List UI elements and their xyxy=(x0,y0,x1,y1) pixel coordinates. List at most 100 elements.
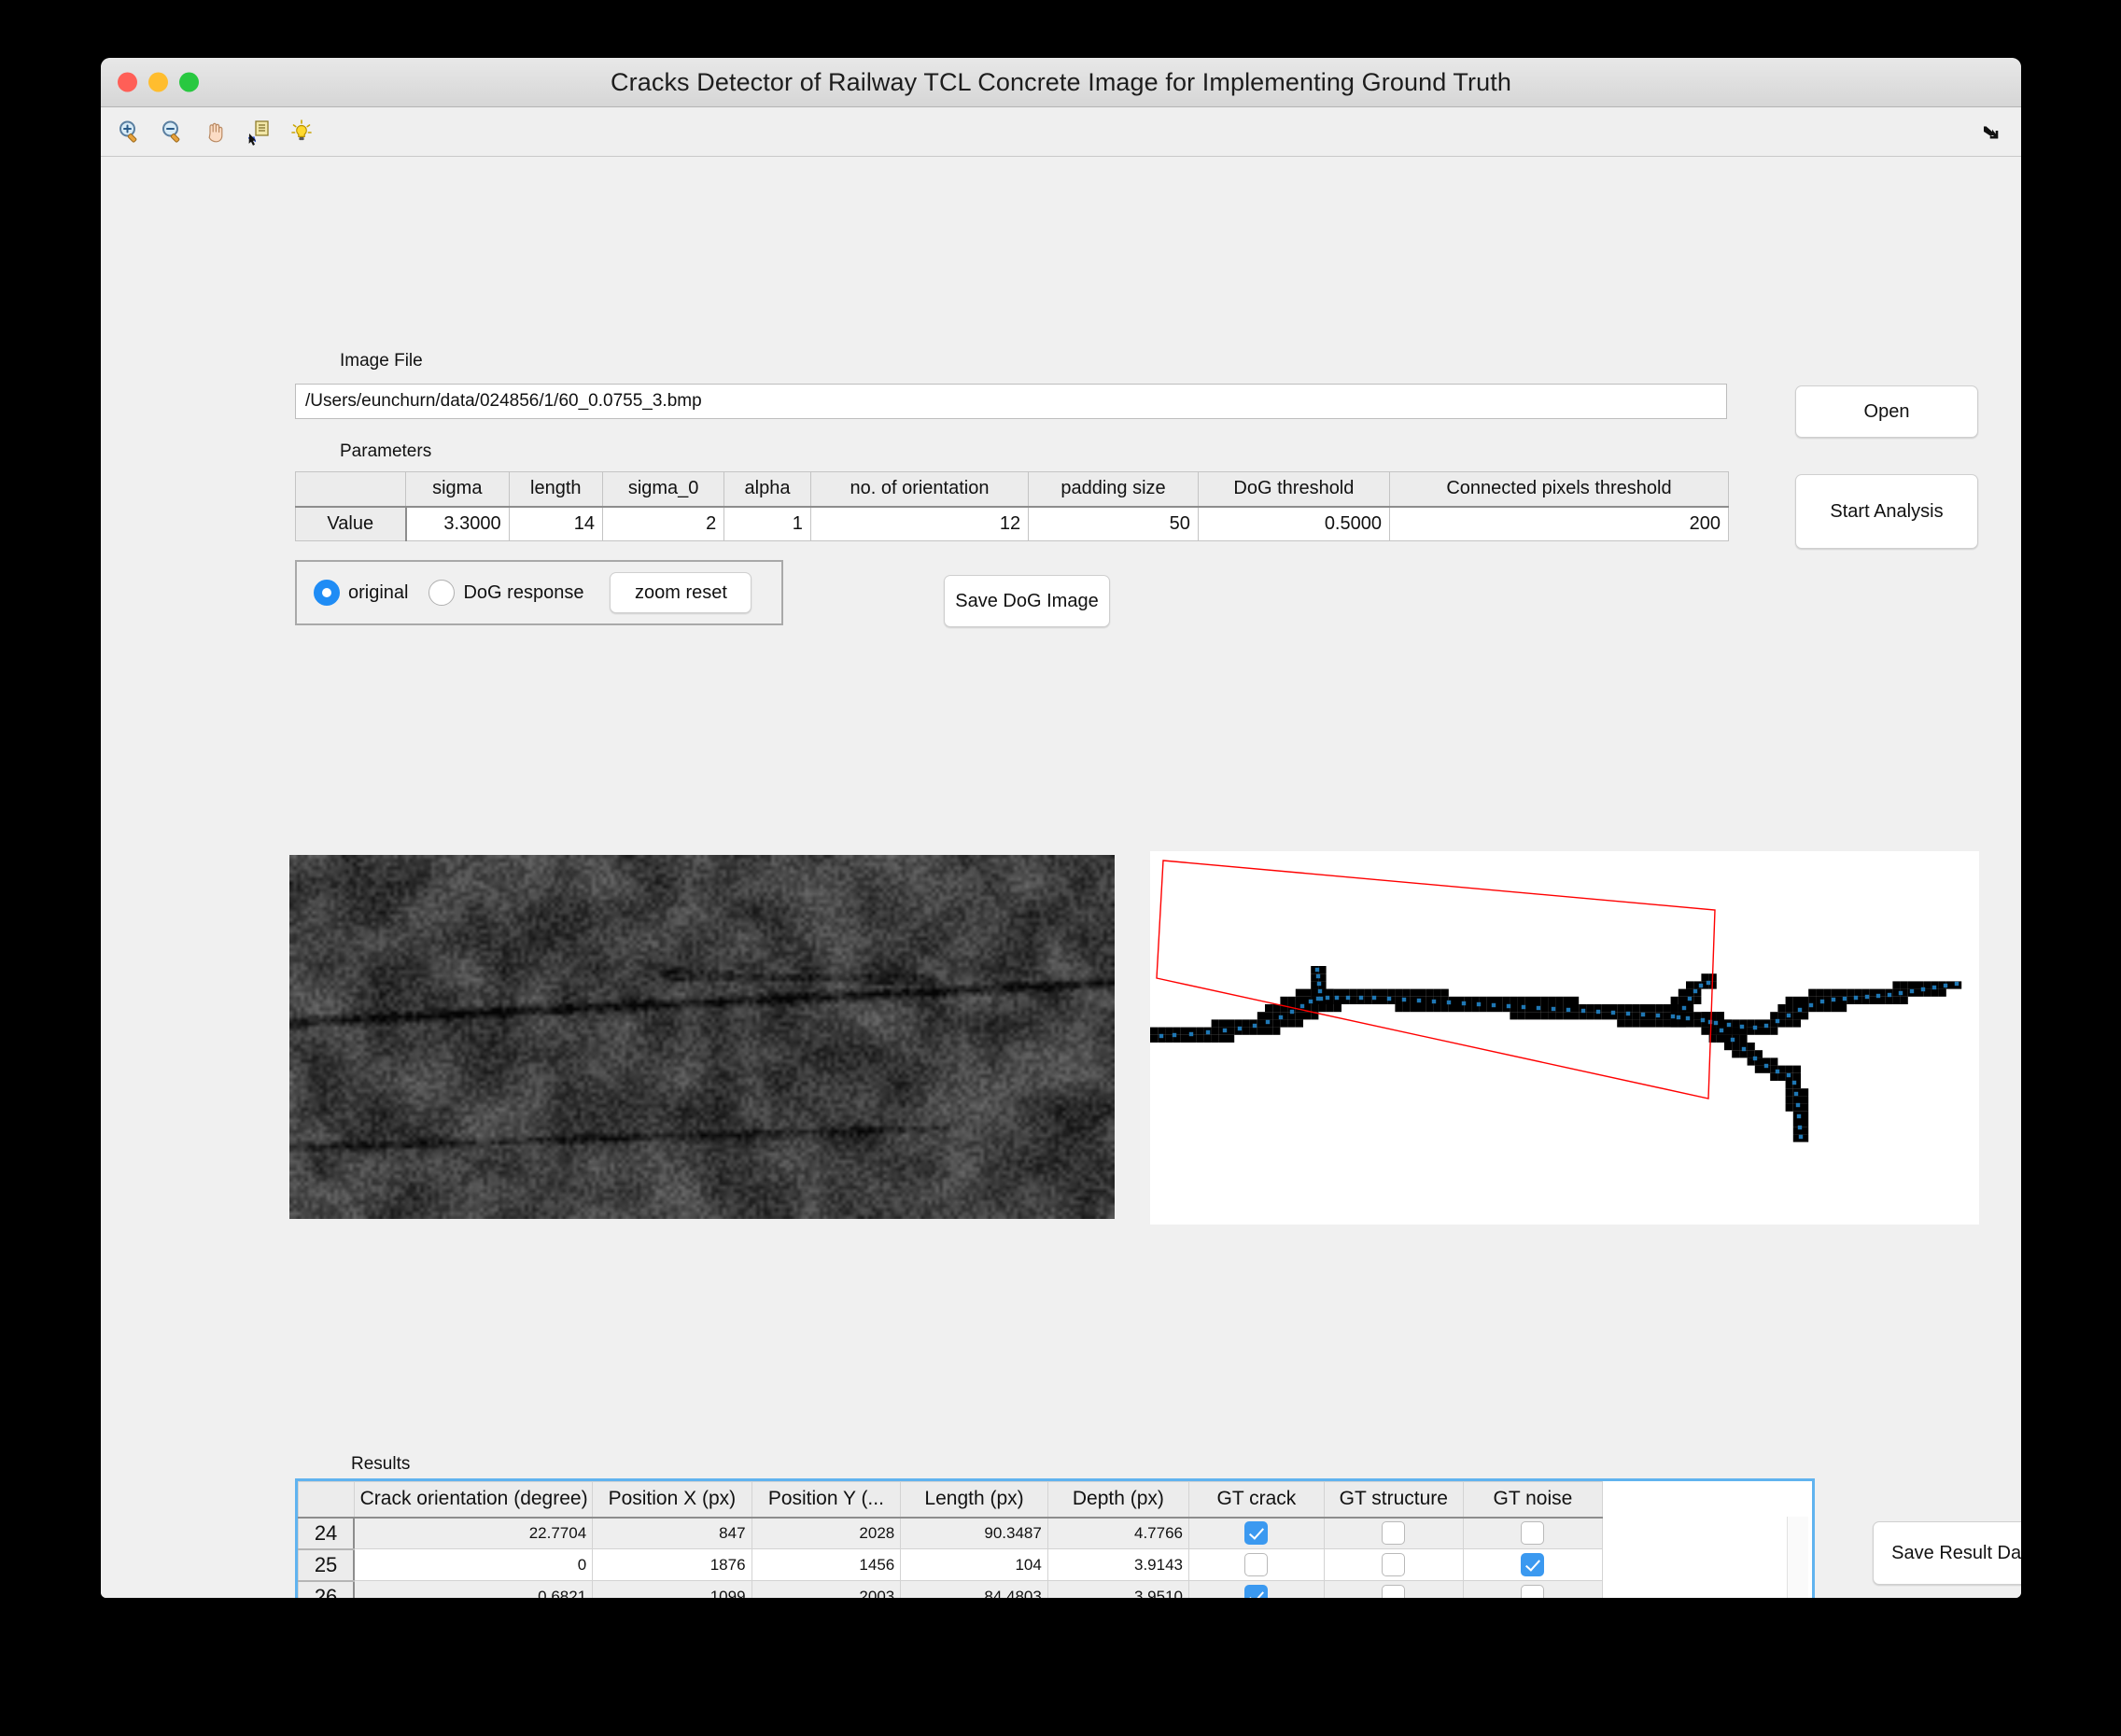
row-index: 24 xyxy=(298,1517,356,1550)
parameters-table: sigma length sigma_0 alpha no. of orient… xyxy=(295,471,1730,541)
results-label: Results xyxy=(351,1454,411,1474)
row-index: 26 xyxy=(298,1580,356,1598)
col-crack-orientation[interactable]: Crack orientation (degree) xyxy=(353,1481,594,1519)
checkbox-gt-crack[interactable] xyxy=(1244,1521,1269,1546)
table-row[interactable]: 26 0.6821 1099 2003 84.4803 3.9510 xyxy=(298,1580,1604,1598)
table-row[interactable]: 24 22.7704 847 2028 90.3487 4.7766 xyxy=(298,1517,1604,1550)
cell-position-y[interactable]: 2028 xyxy=(751,1517,902,1549)
parameters-header-row: sigma length sigma_0 alpha no. of orient… xyxy=(295,471,1730,508)
cell-depth[interactable]: 4.7766 xyxy=(1046,1517,1190,1549)
param-value-connected-pixels[interactable]: 200 xyxy=(1388,506,1730,541)
col-gt-crack[interactable]: GT crack xyxy=(1188,1481,1325,1519)
radio-original[interactable]: original xyxy=(314,580,408,606)
image-file-label: Image File xyxy=(340,351,423,371)
window-titlebar: Cracks Detector of Railway TCL Concrete … xyxy=(101,58,2021,107)
param-value-sigma[interactable]: 3.3000 xyxy=(405,506,510,541)
results-table: Crack orientation (degree) Position X (p… xyxy=(298,1481,1604,1598)
param-value-padding[interactable]: 50 xyxy=(1028,506,1199,541)
col-position-x[interactable]: Position X (px) xyxy=(592,1481,752,1519)
radio-original-indicator[interactable] xyxy=(314,580,340,606)
checkbox-gt-structure[interactable] xyxy=(1382,1553,1406,1576)
param-value-orientation[interactable]: 12 xyxy=(809,506,1030,541)
col-gt-structure[interactable]: GT structure xyxy=(1323,1481,1464,1519)
checkbox-gt-crack-cell xyxy=(1188,1517,1325,1549)
param-value-dog-threshold[interactable]: 0.5000 xyxy=(1197,506,1390,541)
results-vertical-scrollbar[interactable] xyxy=(1787,1517,1808,1598)
param-header-dog-threshold: DoG threshold xyxy=(1197,471,1390,508)
checkbox-gt-crack[interactable] xyxy=(1244,1585,1269,1598)
checkbox-gt-structure[interactable] xyxy=(1382,1585,1406,1598)
col-length[interactable]: Length (px) xyxy=(900,1481,1048,1519)
image-file-input[interactable]: /Users/eunchurn/data/024856/1/60_0.0755_… xyxy=(295,384,1727,419)
open-button[interactable]: Open xyxy=(1795,385,1978,438)
checkbox-gt-crack[interactable] xyxy=(1244,1553,1269,1576)
data-cursor-icon[interactable] xyxy=(237,111,280,152)
expand-arrow-icon[interactable] xyxy=(1978,119,2002,144)
results-index-corner xyxy=(298,1481,355,1519)
cell-depth[interactable]: 3.9143 xyxy=(1046,1548,1190,1581)
results-table-container: Crack orientation (degree) Position X (p… xyxy=(295,1478,1815,1598)
param-value-alpha[interactable]: 1 xyxy=(723,506,811,541)
checkbox-gt-noise[interactable] xyxy=(1521,1585,1545,1598)
dog-response-image-view[interactable] xyxy=(1150,851,1979,1225)
param-header-sigma: sigma xyxy=(405,471,510,508)
cell-length[interactable]: 90.3487 xyxy=(900,1517,1048,1549)
save-dog-image-button[interactable]: Save DoG Image xyxy=(944,575,1110,627)
cell-position-x[interactable]: 1876 xyxy=(592,1548,752,1581)
minimize-button[interactable] xyxy=(148,72,168,92)
window-title: Cracks Detector of Railway TCL Concrete … xyxy=(611,67,1511,96)
checkbox-gt-noise-cell xyxy=(1462,1517,1604,1549)
checkbox-gt-structure-cell xyxy=(1323,1548,1464,1581)
param-value-length[interactable]: 14 xyxy=(508,506,604,541)
checkbox-gt-crack-cell xyxy=(1188,1580,1325,1598)
param-header-connected-pixels: Connected pixels threshold xyxy=(1388,471,1730,508)
cell-position-x[interactable]: 1099 xyxy=(592,1580,752,1598)
cell-crack-orientation[interactable]: 22.7704 xyxy=(353,1517,594,1549)
cell-position-y[interactable]: 2003 xyxy=(751,1580,902,1598)
cell-depth[interactable]: 3.9510 xyxy=(1046,1580,1190,1598)
original-image-view[interactable] xyxy=(289,855,1115,1219)
display-mode-panel: original DoG response zoom reset xyxy=(295,560,783,625)
col-depth[interactable]: Depth (px) xyxy=(1046,1481,1190,1519)
results-header-row: Crack orientation (degree) Position X (p… xyxy=(298,1481,1604,1519)
insert-legend-bulb-icon[interactable] xyxy=(280,111,323,152)
checkbox-gt-noise[interactable] xyxy=(1521,1553,1545,1576)
table-row[interactable]: 25 0 1876 1456 104 3.9143 xyxy=(298,1548,1604,1582)
param-header-alpha: alpha xyxy=(723,471,811,508)
results-table-body: 24 22.7704 847 2028 90.3487 4.7766 25 0 1876 1456… xyxy=(298,1517,1604,1598)
checkbox-gt-noise-cell xyxy=(1462,1580,1604,1598)
radio-original-label: original xyxy=(348,581,409,603)
start-analysis-button[interactable]: Start Analysis xyxy=(1795,474,1978,549)
zoom-in-icon[interactable] xyxy=(108,111,151,152)
window-controls xyxy=(118,72,199,92)
cell-crack-orientation[interactable]: 0 xyxy=(353,1548,594,1581)
cell-length[interactable]: 84.4803 xyxy=(900,1580,1048,1598)
parameters-label: Parameters xyxy=(340,441,432,461)
parameters-corner-header xyxy=(295,471,406,508)
save-result-data-button[interactable]: Save Result Data xyxy=(1873,1521,2021,1585)
checkbox-gt-noise[interactable] xyxy=(1521,1521,1545,1546)
cell-length[interactable]: 104 xyxy=(900,1548,1048,1581)
pan-hand-icon[interactable] xyxy=(194,111,237,152)
maximize-button[interactable] xyxy=(179,72,199,92)
parameters-row-label: Value xyxy=(295,506,407,541)
toolbar xyxy=(101,107,2021,157)
param-header-sigma0: sigma_0 xyxy=(602,471,725,508)
param-header-padding: padding size xyxy=(1028,471,1199,508)
checkbox-gt-structure[interactable] xyxy=(1382,1521,1406,1546)
cell-position-x[interactable]: 847 xyxy=(592,1517,752,1549)
col-position-y[interactable]: Position Y (... xyxy=(751,1481,902,1519)
zoom-out-icon[interactable] xyxy=(151,111,194,152)
param-header-orientation: no. of orientation xyxy=(809,471,1030,508)
radio-dog-response-indicator[interactable] xyxy=(428,580,456,606)
main-content: Image File /Users/eunchurn/data/024856/1… xyxy=(101,157,2021,1598)
application-window: Cracks Detector of Railway TCL Concrete … xyxy=(101,58,2021,1598)
parameters-value-row: Value 3.3000 14 2 1 12 50 0.5000 200 xyxy=(295,506,1730,541)
cell-crack-orientation[interactable]: 0.6821 xyxy=(353,1580,594,1598)
zoom-reset-button[interactable]: zoom reset xyxy=(610,572,752,613)
close-button[interactable] xyxy=(118,72,137,92)
cell-position-y[interactable]: 1456 xyxy=(751,1548,902,1581)
param-value-sigma0[interactable]: 2 xyxy=(602,506,725,541)
col-gt-noise[interactable]: GT noise xyxy=(1462,1481,1604,1519)
radio-dog-response[interactable]: DoG response xyxy=(428,580,583,606)
